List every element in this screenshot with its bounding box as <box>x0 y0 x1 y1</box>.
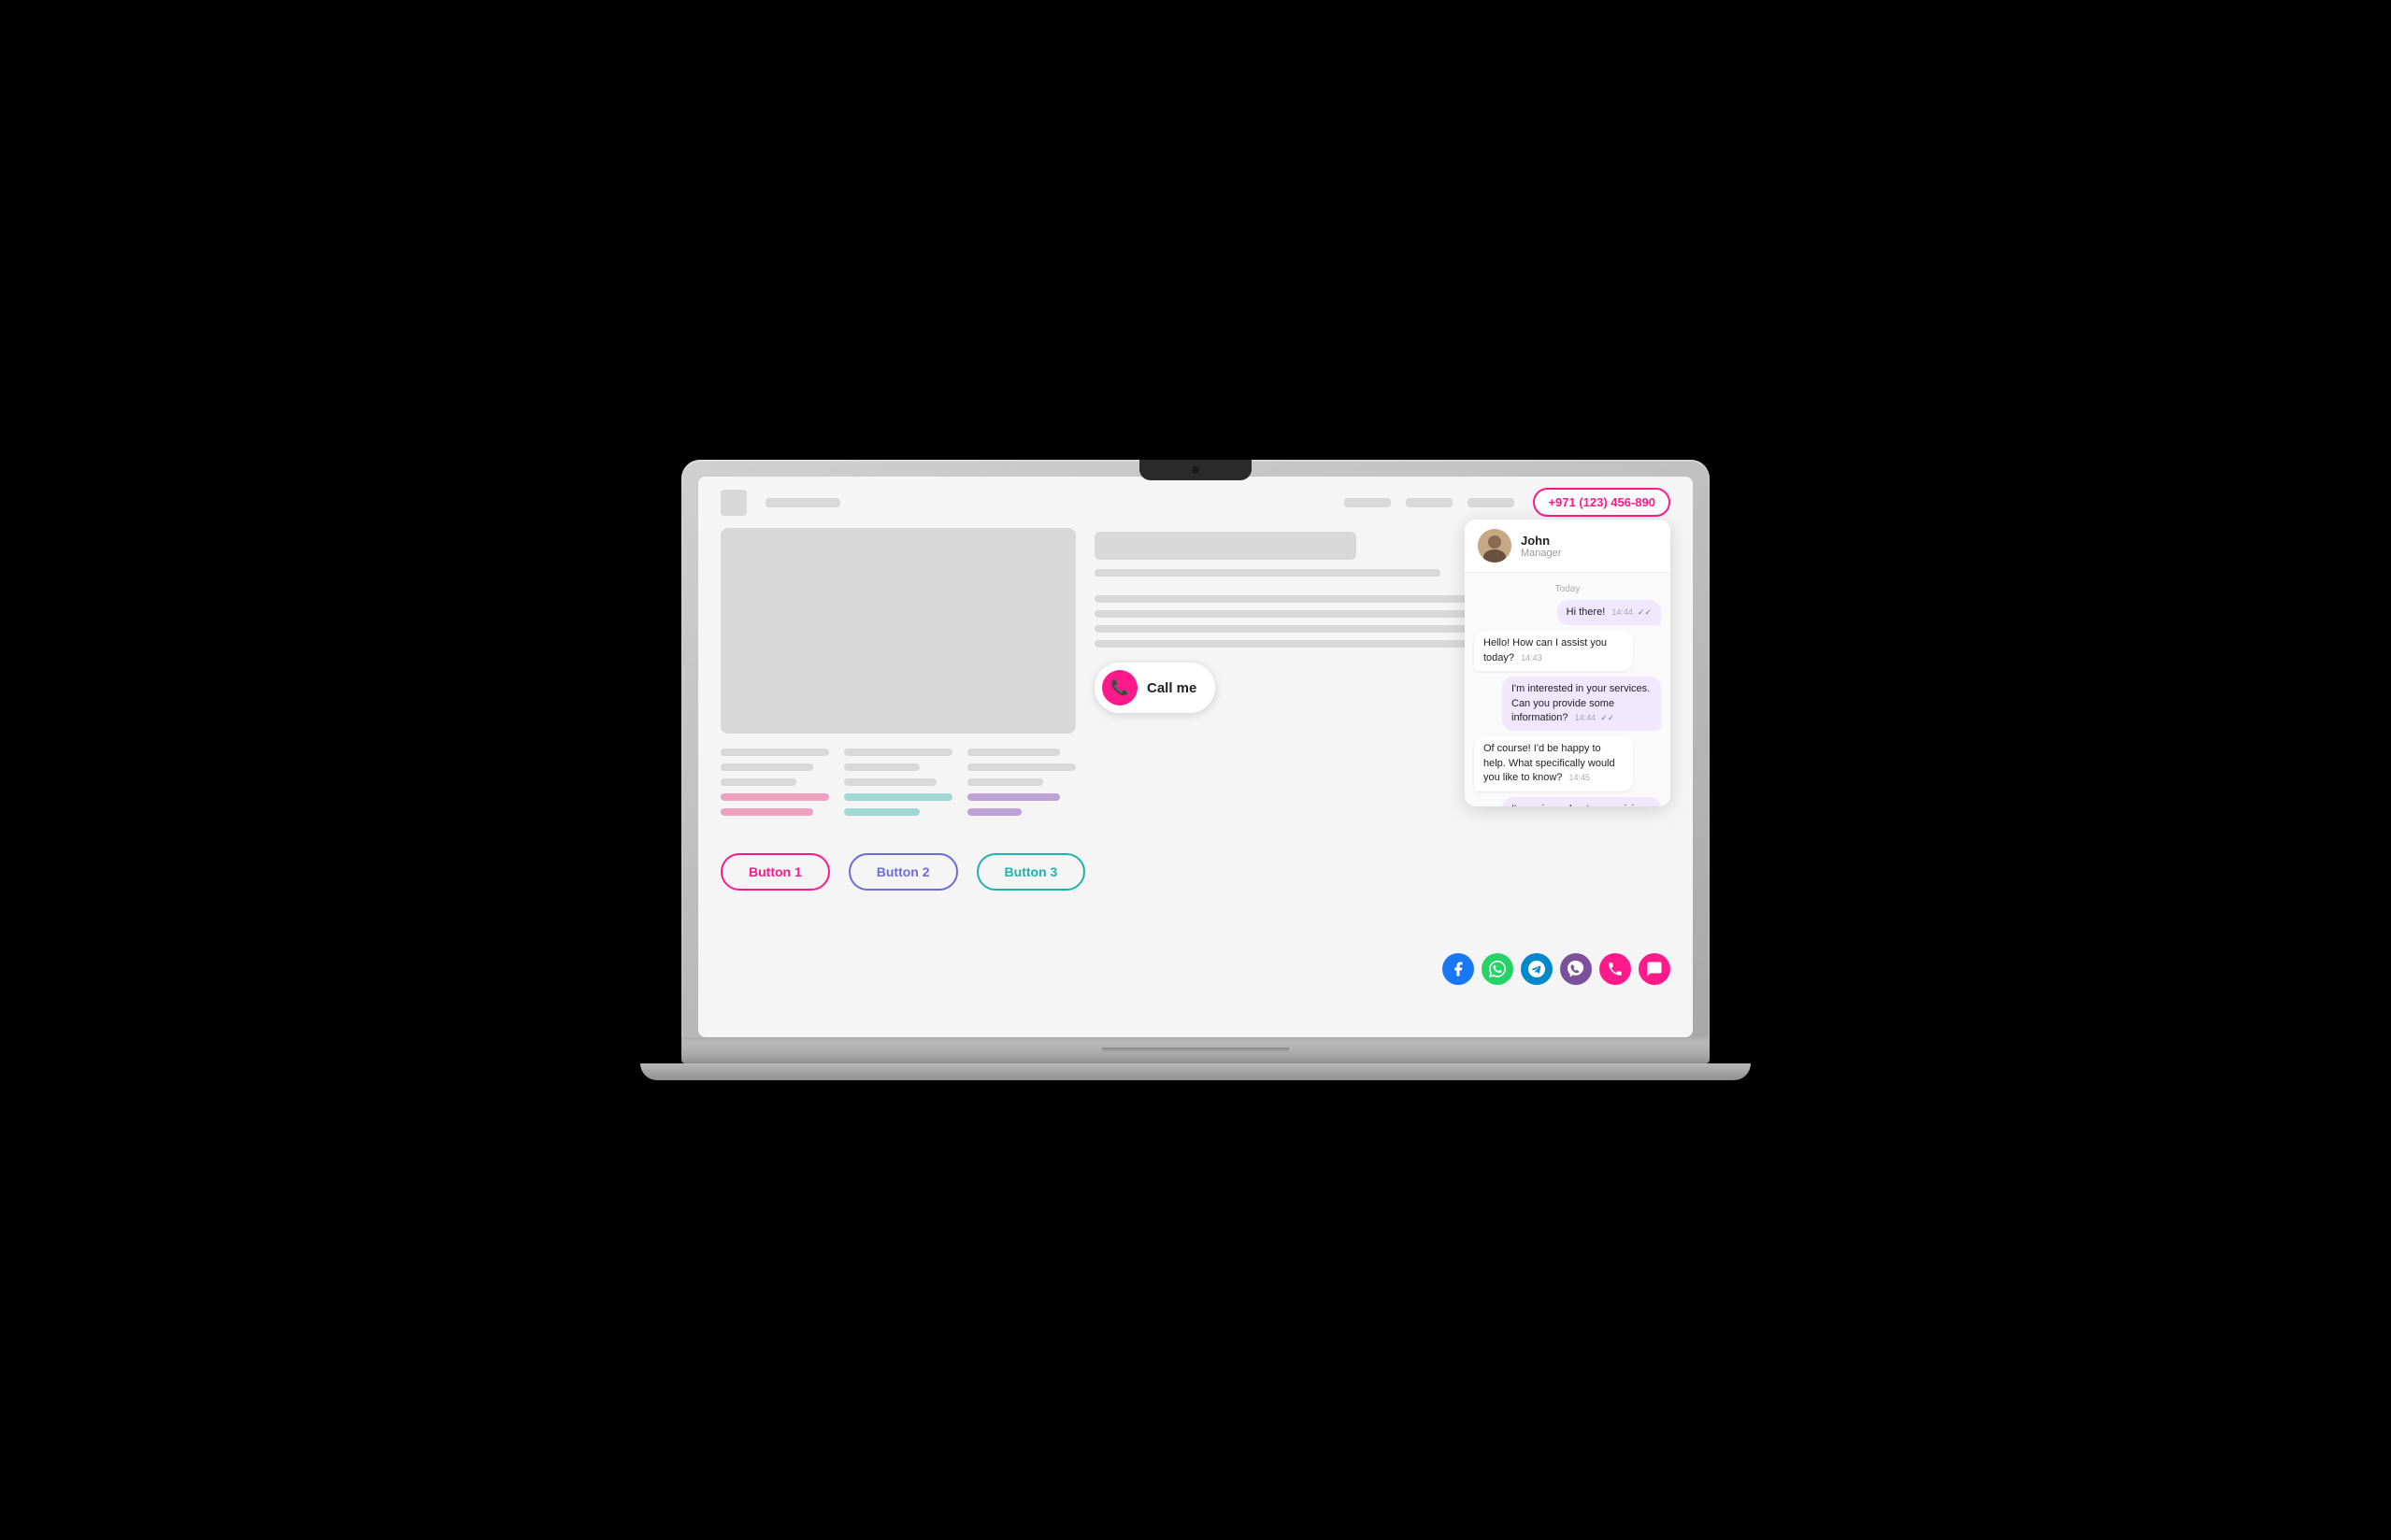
message-2: Hello! How can I assist you today? 14:43 <box>1474 631 1661 671</box>
read-check: ✓✓ <box>1600 713 1614 722</box>
msg-bubble: Hello! How can I assist you today? 14:43 <box>1474 631 1633 671</box>
phone-call-icon[interactable] <box>1599 953 1631 985</box>
line <box>844 793 952 801</box>
line <box>967 749 1060 756</box>
call-me-button[interactable]: 📞 Call me <box>1095 663 1215 713</box>
line <box>844 778 937 786</box>
line <box>721 778 796 786</box>
nav-link-1 <box>1344 498 1391 507</box>
chat-bubble-icon[interactable] <box>1639 953 1670 985</box>
message-3: I'm interested in your services. Can you… <box>1474 677 1661 731</box>
line <box>967 808 1022 816</box>
message-4: Of course! I'd be happy to help. What sp… <box>1474 736 1661 791</box>
button-1[interactable]: Button 1 <box>721 853 830 891</box>
button-2[interactable]: Button 2 <box>849 853 958 891</box>
nav-link-2 <box>1406 498 1453 507</box>
laptop-base <box>681 1037 1710 1063</box>
message-1: Hi there! 14:44 ✓✓ <box>1474 600 1661 625</box>
social-bar <box>1442 953 1670 985</box>
line <box>721 749 829 756</box>
line <box>721 763 813 771</box>
buttons-row: Button 1 Button 2 Button 3 <box>698 838 1693 905</box>
call-me-label: Call me <box>1147 680 1196 696</box>
read-check: ✓✓ <box>1638 607 1652 617</box>
whatsapp-icon[interactable] <box>1482 953 1513 985</box>
msg-bubble: Of course! I'd be happy to help. What sp… <box>1474 736 1633 791</box>
laptop-wrapper: +971 (123) 456-890 <box>681 460 1710 1080</box>
msg-time: 14:44 <box>1611 607 1633 617</box>
line <box>967 778 1043 786</box>
phone-badge[interactable]: +971 (123) 456-890 <box>1533 488 1670 517</box>
agent-info: John Manager <box>1521 534 1561 559</box>
laptop-bottom <box>640 1063 1751 1080</box>
agent-avatar <box>1478 529 1511 563</box>
nav-brand-placeholder <box>766 498 840 507</box>
bottom-card-1 <box>721 749 829 823</box>
line <box>721 793 829 801</box>
telegram-icon[interactable] <box>1521 953 1553 985</box>
msg-bubble: I'm curious about your pricing plans and… <box>1502 797 1661 806</box>
nav-links <box>1344 498 1514 507</box>
webpage: +971 (123) 456-890 <box>698 477 1693 1037</box>
chat-widget[interactable]: John Manager Today Hi there! 14:44 ✓✓ <box>1465 520 1670 806</box>
phone-icon: 📞 <box>1102 670 1138 706</box>
laptop-notch <box>1139 460 1252 480</box>
msg-time: 14:45 <box>1568 773 1590 782</box>
msg-time: 14:44 <box>1575 713 1596 722</box>
chat-header: John Manager <box>1465 520 1670 573</box>
viber-icon[interactable] <box>1560 953 1592 985</box>
nav-link-3 <box>1468 498 1514 507</box>
right-heading-placeholder <box>1095 532 1356 560</box>
camera <box>1192 466 1199 474</box>
left-column <box>721 528 1076 823</box>
laptop-hinge <box>1102 1048 1289 1053</box>
bottom-cards <box>721 749 1076 823</box>
hero-image <box>721 528 1076 734</box>
line <box>1095 569 1440 577</box>
message-5: I'm curious about your pricing plans and… <box>1474 797 1661 806</box>
screen-content: +971 (123) 456-890 <box>698 477 1693 1037</box>
agent-role: Manager <box>1521 548 1561 559</box>
line <box>844 763 920 771</box>
line <box>1095 640 1497 648</box>
facebook-icon[interactable] <box>1442 953 1474 985</box>
line <box>967 763 1076 771</box>
msg-bubble: I'm interested in your services. Can you… <box>1502 677 1661 731</box>
bottom-card-2 <box>844 749 952 823</box>
agent-name: John <box>1521 534 1561 548</box>
nav-logo <box>721 490 747 516</box>
chat-messages[interactable]: Today Hi there! 14:44 ✓✓ <box>1465 573 1670 806</box>
line <box>844 808 920 816</box>
bottom-card-3 <box>967 749 1076 823</box>
line <box>721 808 813 816</box>
line <box>967 793 1060 801</box>
date-divider: Today <box>1474 584 1661 594</box>
line <box>844 749 952 756</box>
msg-time: 14:43 <box>1521 653 1542 663</box>
button-3[interactable]: Button 3 <box>977 853 1086 891</box>
msg-bubble: Hi there! 14:44 ✓✓ <box>1557 600 1661 625</box>
laptop-screen: +971 (123) 456-890 <box>681 460 1710 1037</box>
